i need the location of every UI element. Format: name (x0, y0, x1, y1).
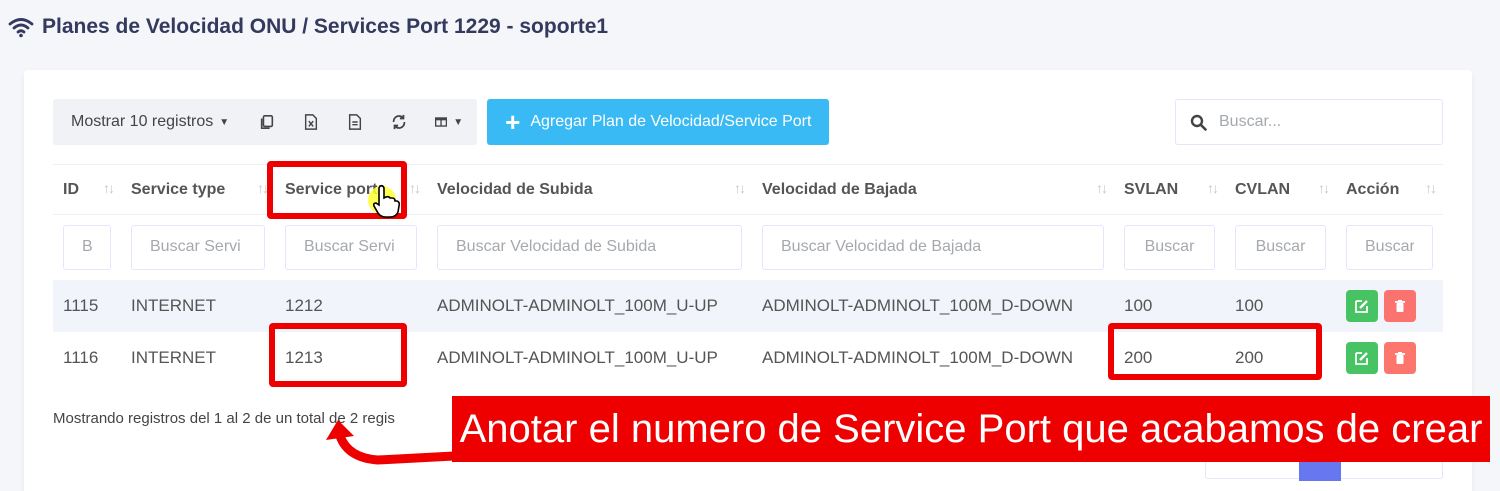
excel-button[interactable] (289, 99, 333, 145)
copy-icon (261, 114, 274, 130)
add-plan-label: Agregar Plan de Velocidad/Service Port (530, 113, 812, 130)
add-plan-button[interactable]: + Agregar Plan de Velocidad/Service Port (487, 99, 830, 145)
refresh-icon (392, 114, 406, 130)
cell-velocidad-bajada: ADMINOLT-ADMINOLT_100M_D-DOWN (762, 347, 1074, 367)
edit-button[interactable] (1346, 289, 1378, 322)
col-header-service-type[interactable]: Service type ↑↓ (121, 164, 275, 215)
cell-actions (1336, 279, 1443, 332)
delete-button[interactable] (1384, 289, 1416, 322)
col-header-svlan[interactable]: SVLAN ↑↓ (1114, 164, 1225, 215)
excel-icon (305, 114, 318, 130)
col-header-velocidad-subida[interactable]: Velocidad de Subida ↑↓ (427, 164, 752, 215)
search-input[interactable] (1219, 113, 1429, 131)
page-title-text: Planes de Velocidad ONU / Services Port … (42, 15, 609, 38)
cell-velocidad-bajada: ADMINOLT-ADMINOLT_100M_D-DOWN (752, 279, 1114, 332)
highlight-vlan-cells (1108, 323, 1322, 380)
curved-arrow-icon (326, 420, 458, 465)
csv-icon (349, 114, 362, 130)
page-title: Planes de Velocidad ONU / Services Port … (8, 12, 608, 42)
columns-button[interactable]: ▼ (421, 99, 477, 145)
trash-icon (1395, 351, 1405, 364)
toolbar: Mostrar 10 registros ▼ ▼ + Agregar Plan … (53, 99, 830, 145)
plus-icon: + (505, 107, 521, 137)
filter-velocidad-subida-input[interactable] (437, 224, 742, 270)
col-header-id[interactable]: ID ↑↓ (53, 164, 121, 215)
filter-accion-input[interactable] (1346, 224, 1433, 270)
refresh-button[interactable] (377, 99, 421, 145)
col-header-cvlan[interactable]: CVLAN ↑↓ (1225, 164, 1336, 215)
filter-velocidad-bajada-input[interactable] (762, 224, 1104, 270)
cell-velocidad-subida: ADMINOLT-ADMINOLT_100M_U-UP (437, 347, 718, 367)
trash-icon (1395, 299, 1405, 312)
delete-button[interactable] (1384, 341, 1416, 374)
show-entries-label: Mostrar 10 registros (71, 113, 214, 130)
col-header-accion[interactable]: Acción ↑↓ (1336, 164, 1443, 215)
edit-button[interactable] (1346, 341, 1378, 374)
filter-svlan-input[interactable] (1124, 224, 1215, 270)
edit-icon (1355, 299, 1368, 313)
edit-icon (1355, 351, 1368, 365)
hand-cursor-icon (368, 184, 401, 218)
wifi-icon (8, 18, 34, 38)
cell-id: 1115 (53, 279, 121, 332)
caret-down-icon: ▼ (219, 116, 230, 128)
filter-service-type-input[interactable] (131, 224, 265, 270)
cell-service-type: INTERNET (121, 279, 275, 332)
cell-id: 1116 (63, 347, 99, 367)
highlight-service-port-cell (269, 323, 407, 387)
filter-id-input[interactable] (63, 224, 111, 270)
cell-actions (1336, 332, 1443, 384)
filter-cvlan-input[interactable] (1235, 224, 1326, 270)
show-entries-button[interactable]: Mostrar 10 registros ▼ (53, 99, 245, 145)
columns-icon (435, 117, 448, 127)
export-button-group: Mostrar 10 registros ▼ ▼ (53, 99, 478, 145)
cell-velocidad-subida: ADMINOLT-ADMINOLT_100M_U-UP (427, 279, 752, 332)
caret-down-icon: ▼ (453, 116, 464, 128)
header-row: ID ↑↓ Service type ↑↓ Service port ↑↓ Veloc… (53, 164, 1443, 215)
search-icon (1190, 114, 1207, 131)
annotation-callout: Anotar el numero de Service Port que aca… (452, 396, 1490, 462)
csv-button[interactable] (333, 99, 377, 145)
col-header-velocidad-bajada[interactable]: Velocidad de Bajada ↑↓ (752, 164, 1114, 215)
filter-row (53, 215, 1443, 280)
filter-service-port-input[interactable] (285, 224, 417, 270)
copy-button[interactable] (245, 99, 289, 145)
global-search[interactable] (1175, 99, 1443, 145)
cell-service-type: INTERNET (131, 347, 216, 367)
